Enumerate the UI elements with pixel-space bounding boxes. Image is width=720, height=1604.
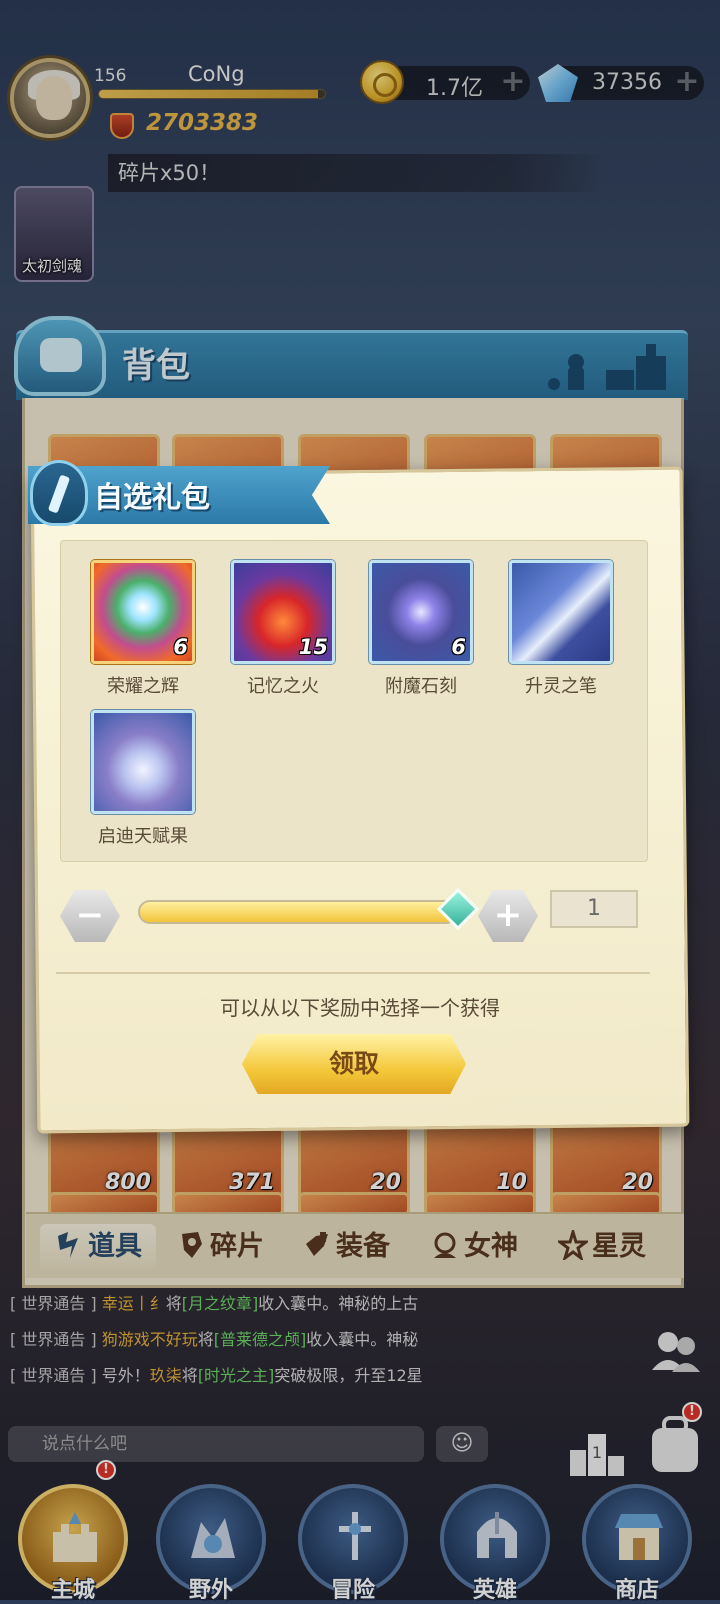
reward-count: 15 (298, 635, 328, 659)
reward-item[interactable]: 升灵之笔 (506, 560, 616, 698)
increase-button[interactable]: + (478, 890, 538, 942)
reward-count: 6 (173, 635, 188, 659)
gift-pack-crystal-icon (30, 460, 88, 526)
reward-name: 附魔石刻 (385, 676, 457, 697)
reward-name: 记忆之火 (247, 676, 319, 697)
reward-name: 升灵之笔 (525, 676, 597, 697)
dialog-divider (56, 972, 650, 974)
dialog-title: 自选礼包 (94, 480, 211, 514)
decrease-button[interactable]: − (60, 890, 120, 942)
quantity-selector: − + 1 (58, 884, 648, 944)
quantity-slider[interactable] (138, 900, 458, 924)
reward-name: 启迪天赋果 (98, 826, 188, 847)
spirit-quill-icon (509, 560, 613, 664)
memory-flame-icon: 15 (231, 560, 335, 664)
reward-item[interactable]: 启迪天赋果 (88, 710, 198, 848)
reward-item[interactable]: 6 荣耀之辉 (88, 560, 198, 698)
quantity-slider-fill (140, 902, 456, 922)
glory-orb-icon: 6 (91, 560, 195, 664)
talent-fruit-icon (91, 710, 195, 814)
reward-count: 6 (451, 635, 466, 659)
claim-button[interactable]: 领取 (242, 1034, 466, 1094)
quantity-field[interactable]: 1 (550, 890, 638, 928)
dialog-hint: 可以从以下奖励中选择一个获得 (220, 996, 500, 1020)
crystal-shard-icon (47, 474, 71, 514)
reward-item[interactable]: 6 附魔石刻 (366, 560, 476, 698)
enchant-rune-icon: 6 (369, 560, 473, 664)
reward-name: 荣耀之辉 (107, 676, 179, 697)
reward-item[interactable]: 15 记忆之火 (228, 560, 338, 698)
